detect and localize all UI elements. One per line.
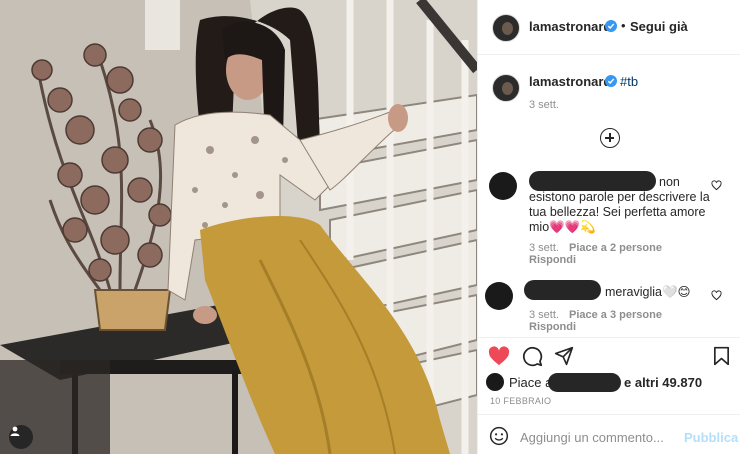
post-date[interactable]: 10 FEBBRAIO xyxy=(490,396,551,406)
redacted-liker xyxy=(548,373,621,392)
bookmark-icon[interactable] xyxy=(713,346,730,366)
comment-text-line: non xyxy=(659,175,680,189)
comment-text: meraviglia🤍😊 xyxy=(605,285,691,299)
heart-outline-icon[interactable] xyxy=(711,290,722,301)
comment-icon[interactable] xyxy=(522,346,543,367)
caption-time[interactable]: 3 sett. xyxy=(529,99,559,111)
comment-likes[interactable]: Piace a 3 persone xyxy=(569,309,662,321)
comment-avatar[interactable] xyxy=(489,172,517,200)
comment-time[interactable]: 3 sett. xyxy=(529,242,559,254)
liker-avatar[interactable] xyxy=(486,373,504,391)
comment-likes[interactable]: Piace a 2 persone xyxy=(569,242,662,254)
reply-button[interactable]: Rispondi xyxy=(529,321,576,333)
comment-input[interactable]: Aggiungi un commento... xyxy=(520,430,664,445)
redacted-username xyxy=(524,280,601,300)
author-avatar[interactable] xyxy=(492,14,520,42)
follow-status-button[interactable]: Segui già xyxy=(630,19,688,34)
heart-outline-icon[interactable] xyxy=(711,180,722,191)
user-tag-icon[interactable] xyxy=(9,425,33,449)
caption-username[interactable]: lamastronardi xyxy=(529,74,615,89)
redacted-username xyxy=(529,171,656,191)
plus-circle-icon[interactable] xyxy=(600,128,620,148)
likes-prefix: Piace a xyxy=(509,375,553,390)
comment-time[interactable]: 3 sett. xyxy=(529,309,559,321)
comment-text-line: esistono parole per descrivere la xyxy=(529,190,710,204)
comment-text-line: mio💗💗💫 xyxy=(529,220,596,234)
caption-author-avatar[interactable] xyxy=(492,74,520,102)
comment-text-line: tua bellezza! Sei perfetta amore xyxy=(529,205,706,219)
emoji-icon[interactable] xyxy=(489,426,509,446)
verified-badge-icon xyxy=(605,75,617,87)
reply-button[interactable]: Rispondi xyxy=(529,254,576,266)
verified-badge-icon xyxy=(605,20,617,32)
photo-illustration xyxy=(0,0,477,454)
post-header: lamastronardi • Segui già xyxy=(478,0,740,55)
caption-hashtag[interactable]: #tb xyxy=(620,74,638,89)
share-icon[interactable] xyxy=(554,346,574,366)
likes-count[interactable]: e altri 49.870 xyxy=(624,375,702,390)
post-side-panel: lamastronardi • Segui già lamastronardi … xyxy=(477,0,740,454)
post-photo[interactable] xyxy=(0,0,477,454)
publish-button[interactable]: Pubblica xyxy=(684,430,738,445)
add-comment-bar: Aggiungi un commento... Pubblica xyxy=(478,414,740,454)
author-username[interactable]: lamastronardi xyxy=(529,19,615,34)
comment-avatar[interactable] xyxy=(485,282,513,310)
heart-filled-icon[interactable] xyxy=(488,346,510,366)
header-separator: • xyxy=(621,18,626,33)
